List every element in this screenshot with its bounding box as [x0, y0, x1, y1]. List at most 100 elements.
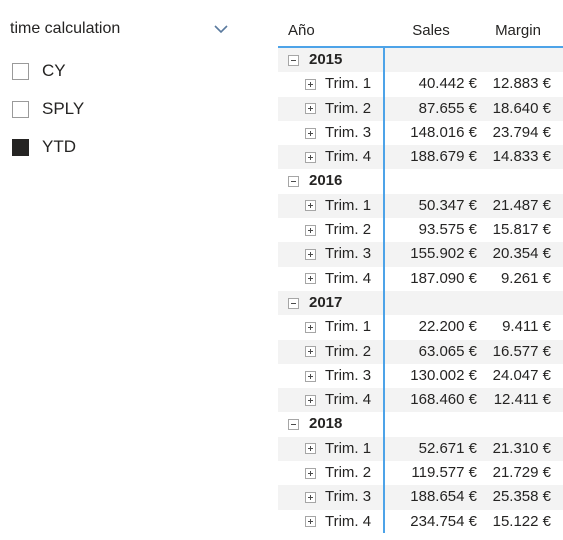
column-header-margin[interactable]: Margin [478, 22, 558, 40]
slicer-item-ytd[interactable]: YTD [12, 128, 242, 166]
margin-value-cell: 12.411 € [493, 391, 551, 409]
plus-box-icon[interactable] [305, 249, 316, 261]
margin-value-cell [477, 48, 551, 72]
plus-box-icon[interactable] [305, 78, 316, 90]
slicer-item-label: SPLY [42, 99, 85, 118]
slicer-item-list: CY SPLY YTD [12, 52, 242, 166]
row-label: Trim. 1 [325, 196, 372, 214]
matrix-header-row: Año Sales Margin [278, 0, 563, 48]
plus-box-icon[interactable] [305, 200, 316, 212]
matrix-year-row[interactable]: 2016 [278, 169, 563, 193]
row-label-cell: Trim. 1 [278, 437, 371, 461]
plus-box-icon[interactable] [305, 127, 316, 139]
plus-box-icon[interactable] [305, 516, 316, 528]
row-label-cell: Trim. 1 [278, 194, 371, 218]
row-label-cell: 2018 [278, 412, 342, 436]
matrix-quarter-row[interactable]: Trim. 3 155.902 € 20.354 € [278, 242, 563, 267]
matrix-quarter-row[interactable]: Trim. 2 93.575 € 15.817 € [278, 218, 563, 242]
checkbox-sply[interactable] [12, 100, 29, 118]
row-label: Trim. 3 [325, 245, 372, 263]
matrix-body: 2015 Trim. 1 40.442 € 12.883 € Trim. 2 87.655… [278, 48, 563, 534]
matrix-quarter-row[interactable]: Trim. 1 52.671 € 21.310 € [278, 436, 563, 462]
matrix-quarter-row[interactable]: Trim. 1 50.347 € 21.487 € [278, 193, 563, 219]
plus-box-icon[interactable] [305, 321, 316, 333]
matrix-quarter-row[interactable]: Trim. 4 168.460 € 12.411 € [278, 388, 563, 413]
sales-value-cell: 119.577 € [411, 464, 477, 482]
matrix-quarter-row[interactable]: Trim. 4 188.679 € 14.833 € [278, 145, 563, 170]
plus-box-icon[interactable] [305, 273, 316, 285]
margin-value-cell: 21.487 € [492, 196, 551, 214]
row-label-cell: Trim. 3 [278, 485, 371, 509]
row-label: Trim. 2 [325, 342, 372, 360]
matrix-quarter-row[interactable]: Trim. 2 87.655 € 18.640 € [278, 96, 563, 121]
margin-value-cell: 16.577 € [492, 342, 551, 360]
matrix-quarter-row[interactable]: Trim. 3 148.016 € 23.794 € [278, 121, 563, 145]
row-label-cell: Trim. 1 [278, 315, 371, 339]
plus-box-icon[interactable] [305, 151, 316, 163]
matrix-quarter-row[interactable]: Trim. 2 63.065 € 16.577 € [278, 339, 563, 364]
plus-box-icon[interactable] [305, 346, 316, 358]
checkbox-cy[interactable] [12, 62, 29, 80]
margin-value-cell: 9.261 € [500, 269, 551, 287]
slicer-item-cy[interactable]: CY [12, 52, 242, 90]
row-label: 2017 [309, 293, 343, 311]
slicer-item-sply[interactable]: SPLY [12, 90, 242, 128]
row-label-cell: Trim. 4 [278, 267, 371, 291]
row-label-cell: Trim. 3 [278, 364, 371, 388]
sales-value-cell [385, 48, 477, 72]
column-header-year[interactable]: Año [288, 22, 315, 40]
chevron-down-icon[interactable] [212, 22, 230, 36]
plus-box-icon[interactable] [305, 394, 316, 406]
column-header-sales[interactable]: Sales [383, 22, 479, 40]
row-label-cell: Trim. 2 [278, 97, 371, 121]
sales-value-cell: 63.065 € [418, 342, 477, 360]
plus-box-icon[interactable] [305, 443, 316, 455]
matrix-quarter-row[interactable]: Trim. 2 119.577 € 21.729 € [278, 461, 563, 485]
row-label-cell: Trim. 2 [278, 461, 371, 485]
margin-value-cell [477, 412, 551, 436]
plus-box-icon[interactable] [305, 103, 316, 115]
sales-value-cell [385, 291, 477, 315]
row-label: Trim. 3 [325, 488, 372, 506]
row-label: Trim. 3 [325, 366, 372, 384]
matrix-quarter-row[interactable]: Trim. 3 130.002 € 24.047 € [278, 364, 563, 388]
sales-value-cell: 155.902 € [410, 245, 477, 263]
matrix-year-row[interactable]: 2018 [278, 412, 563, 436]
minus-box-icon[interactable] [288, 176, 299, 188]
margin-value-cell: 18.640 € [492, 99, 551, 117]
row-label-cell: Trim. 1 [278, 72, 371, 96]
matrix-quarter-row[interactable]: Trim. 3 188.654 € 25.358 € [278, 485, 563, 510]
plus-box-icon[interactable] [305, 224, 316, 236]
row-label: 2018 [309, 415, 343, 433]
plus-box-icon[interactable] [305, 467, 316, 479]
margin-value-cell: 12.883 € [492, 75, 551, 93]
sales-value-cell: 40.442 € [418, 75, 477, 93]
minus-box-icon[interactable] [288, 419, 299, 431]
row-label: Trim. 1 [325, 318, 372, 336]
matrix-year-row[interactable]: 2017 [278, 290, 563, 316]
sales-value-cell: 52.671 € [418, 439, 477, 457]
sales-value-cell [385, 169, 477, 193]
sales-value-cell: 130.002 € [410, 366, 477, 384]
matrix-quarter-row[interactable]: Trim. 1 40.442 € 12.883 € [278, 72, 563, 96]
plus-box-icon[interactable] [305, 492, 316, 503]
row-label-cell: Trim. 4 [278, 510, 371, 534]
matrix-year-row[interactable]: 2015 [278, 48, 563, 73]
row-label: Trim. 1 [325, 75, 372, 93]
row-label: 2015 [309, 51, 343, 68]
row-label-cell: 2016 [278, 169, 342, 193]
sales-value-cell: 148.016 € [410, 123, 477, 141]
checkbox-ytd[interactable] [12, 138, 29, 156]
matrix-quarter-row[interactable]: Trim. 4 234.754 € 15.122 € [278, 510, 563, 534]
matrix-quarter-row[interactable]: Trim. 4 187.090 € 9.261 € [278, 267, 563, 291]
matrix-quarter-row[interactable]: Trim. 1 22.200 € 9.411 € [278, 315, 563, 339]
sales-margin-matrix: Año Sales Margin 2015 Trim. 1 40.442 € 12.8… [278, 0, 563, 540]
minus-box-icon[interactable] [288, 297, 299, 309]
plus-box-icon[interactable] [305, 370, 316, 382]
row-label: Trim. 4 [325, 269, 372, 287]
slicer-item-label: CY [42, 61, 66, 80]
sales-value-cell: 168.460 € [410, 391, 477, 409]
minus-box-icon[interactable] [288, 54, 299, 66]
sales-value-cell: 50.347 € [418, 196, 477, 214]
row-label-cell: Trim. 3 [278, 242, 371, 266]
